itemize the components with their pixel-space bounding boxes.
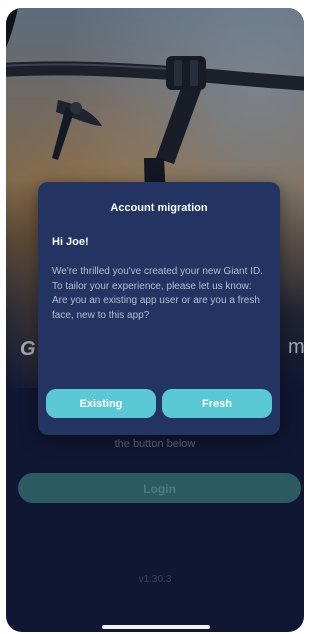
account-migration-dialog: Account migration Hi Joe! We're thrilled… xyxy=(38,182,280,435)
brand-logo-partial-left: G xyxy=(20,338,36,360)
login-button[interactable]: Login xyxy=(18,473,301,503)
home-indicator[interactable] xyxy=(102,625,210,629)
dialog-message: We're thrilled you've created your new G… xyxy=(52,265,272,323)
phone-screen: G m the button below Login v1.30.3 Accou… xyxy=(6,8,304,632)
existing-button[interactable]: Existing xyxy=(46,389,156,418)
brand-logo-partial-right: m xyxy=(288,336,304,358)
version-label: v1.30.3 xyxy=(138,574,172,585)
dialog-message-line: Are you an existing app user or are you … xyxy=(52,295,260,321)
fresh-button[interactable]: Fresh xyxy=(162,389,272,418)
dialog-greeting: Hi Joe! xyxy=(52,236,89,248)
dialog-title: Account migration xyxy=(110,202,208,214)
dialog-message-line: We're thrilled you've created your new G… xyxy=(52,266,263,292)
hint-text: the button below xyxy=(114,438,196,450)
